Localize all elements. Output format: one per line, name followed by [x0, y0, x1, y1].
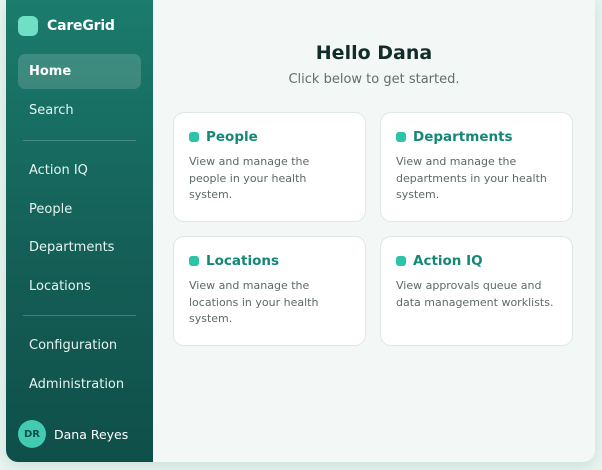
card-departments[interactable]: Departments View and manage the departme…: [380, 112, 573, 222]
sidebar-divider: [23, 315, 136, 316]
sidebar-item-action-iq[interactable]: Action IQ: [18, 153, 141, 188]
brand[interactable]: CareGrid: [18, 16, 115, 36]
sidebar-divider: [23, 140, 136, 141]
card-action-iq[interactable]: Action IQ View approvals queue and data …: [380, 236, 573, 346]
sidebar-item-label: Locations: [29, 279, 91, 294]
card-description: View approvals queue and data management…: [396, 279, 554, 309]
card-description: View and manage the locations in your he…: [189, 279, 319, 325]
brand-name: CareGrid: [47, 18, 115, 34]
user-name: Dana Reyes: [54, 426, 129, 442]
card-title: Action IQ: [413, 253, 483, 269]
card-title: Locations: [206, 253, 279, 269]
sidebar-item-label: Configuration: [29, 338, 118, 353]
sidebar-item-label: Action IQ: [29, 163, 88, 178]
card-title: People: [206, 129, 258, 145]
user-profile[interactable]: DR Dana Reyes: [18, 420, 128, 448]
sidebar-item-label: People: [29, 202, 73, 217]
bullet-icon: [189, 256, 199, 266]
sidebar-item-search[interactable]: Search: [18, 93, 141, 128]
card-description: View and manage the departments in your …: [396, 155, 547, 201]
sidebar-item-departments[interactable]: Departments: [18, 230, 141, 265]
avatar: DR: [18, 420, 46, 448]
sidebar-item-people[interactable]: People: [18, 192, 141, 227]
sidebar-item-label: Administration: [29, 377, 125, 392]
sidebar-item-label: Home: [29, 64, 72, 79]
sidebar: CareGrid Home Search Action IQ People De…: [6, 0, 153, 462]
sidebar-item-locations[interactable]: Locations: [18, 269, 141, 304]
page-title: Hello Dana: [315, 42, 433, 64]
sidebar-item-label: Departments: [29, 240, 115, 255]
bullet-icon: [396, 256, 406, 266]
card-people[interactable]: People View and manage the people in you…: [173, 112, 366, 222]
card-locations[interactable]: Locations View and manage the locations …: [173, 236, 366, 346]
sidebar-item-home[interactable]: Home: [18, 54, 141, 89]
app-window: CareGrid Home Search Action IQ People De…: [6, 0, 595, 462]
card-description: View and manage the people in your healt…: [189, 155, 310, 201]
sidebar-item-administration[interactable]: Administration: [18, 367, 141, 402]
main-content: Hello Dana Click below to get started. P…: [153, 0, 595, 462]
sidebar-item-label: Search: [29, 103, 74, 118]
caregrid-logo-icon: [18, 16, 38, 36]
bullet-icon: [396, 132, 406, 142]
bullet-icon: [189, 132, 199, 142]
card-title: Departments: [413, 129, 513, 145]
page-subtitle: Click below to get started.: [288, 72, 460, 87]
sidebar-item-configuration[interactable]: Configuration: [18, 328, 141, 363]
